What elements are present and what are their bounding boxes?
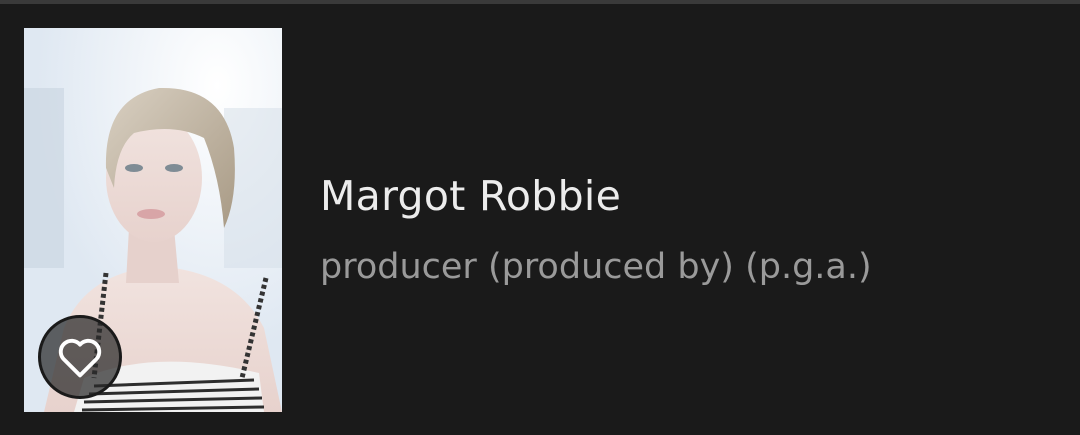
person-role: producer (produced by) (p.g.a.) xyxy=(320,247,872,287)
credit-card[interactable]: Margot Robbie producer (produced by) (p.… xyxy=(0,0,1080,435)
person-name[interactable]: Margot Robbie xyxy=(320,168,872,224)
favorite-button[interactable] xyxy=(38,315,122,399)
credit-info: Margot Robbie producer (produced by) (p.… xyxy=(320,168,872,290)
heart-outline-icon xyxy=(58,338,102,378)
